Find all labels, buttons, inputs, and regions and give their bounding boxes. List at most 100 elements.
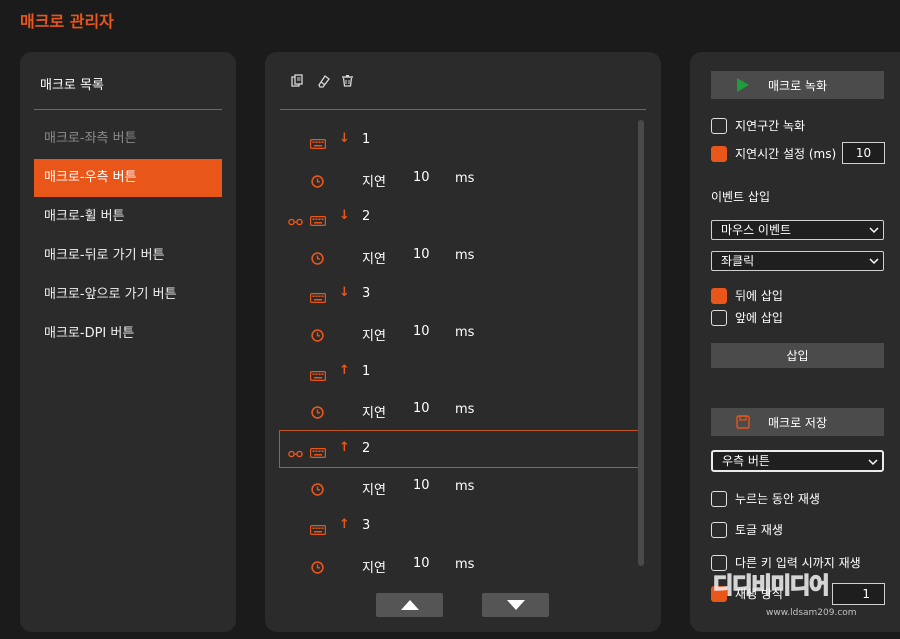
move-down-button[interactable] [482,593,549,617]
divider [280,109,646,110]
insert-button[interactable]: 삽입 [711,343,884,368]
macro-list-item[interactable]: 매크로-우측 버튼 [34,159,222,197]
delay-unit: ms [455,479,475,495]
play-while-pressed-label: 누르는 동안 재생 [735,492,820,506]
delay-label: 지연 [362,251,386,267]
key-event-row[interactable]: ↓ 2 [279,198,639,237]
event-type-select[interactable]: 마우스 이벤트 [711,220,884,240]
link-icon [288,211,303,230]
clock-icon [311,173,324,192]
move-down-icon [506,600,525,610]
delay-value[interactable]: 10 [413,478,430,493]
key-event-row[interactable]: ↑ 3 [279,507,639,546]
settings-panel: 매크로 녹화 지연구간 녹화 지연시간 설정 (ms) 10 이벤트 삽입 마우… [690,52,900,632]
key-event-row[interactable]: ↑ 2 [279,429,639,469]
clock-icon [311,481,324,500]
trash-icon[interactable] [340,73,355,88]
delay-label: 지연 [362,406,386,422]
watermark-logo: 디디비미디어 [712,573,830,600]
clock-icon [311,250,324,269]
record-macro-label: 매크로 녹화 [767,78,827,93]
delay-unit: ms [455,556,475,572]
macro-list-panel: 매크로 목록 매크로-좌측 버튼 매크로-우측 버튼 매크로-휠 버튼 매크로-뒤로 … [20,52,236,632]
key-event-row[interactable]: ↑ 1 [279,353,639,392]
key-down-arrow: ↓ [339,131,350,146]
toggle-play-option[interactable]: 토글 재생 [711,521,783,538]
clock-icon [311,327,324,346]
target-button-select[interactable]: 우측 버튼 [711,450,884,472]
macro-editor-panel: ↓ 1 지연 10 ms ↓ 2 지연 10 ms ↓ 3 지연 10 ms ↑ 1 지연 10 ms ↑ 2 지연 10 ms… [265,52,661,632]
record-delay-label: 지연구간 녹화 [735,119,806,133]
watermark: 디디비미디어 www.ldsam209.com [708,568,893,632]
save-macro-button[interactable]: 매크로 저장 [711,408,884,436]
set-delay-option[interactable]: 지연시간 설정 (ms) [711,145,836,162]
key-value: 1 [362,363,371,379]
keyboard-icon [310,520,327,539]
eraser-icon[interactable] [315,73,330,88]
delay-event-row[interactable]: 지연 10 ms [279,237,639,276]
play-while-pressed-option[interactable]: 누르는 동안 재생 [711,490,820,507]
delay-label: 지연 [362,174,386,190]
save-icon [736,415,750,432]
delay-event-row[interactable]: 지연 10 ms [279,160,639,199]
delay-unit: ms [455,402,475,418]
delay-label: 지연 [362,328,386,344]
target-button-value: 우측 버튼 [722,454,770,468]
record-delay-checkbox[interactable] [711,117,727,134]
delay-label: 지연 [362,560,386,576]
move-up-button[interactable] [376,593,443,617]
delay-value[interactable]: 10 [413,170,430,185]
insert-button-label: 삽입 [786,349,809,363]
move-up-icon [400,600,419,610]
macro-list: 매크로-좌측 버튼 매크로-우측 버튼 매크로-휠 버튼 매크로-뒤로 가기 버튼 매크… [34,120,222,354]
delay-event-row[interactable]: 지연 10 ms [279,391,639,430]
delay-event-row[interactable]: 지연 10 ms [279,546,639,585]
key-down-arrow: ↓ [339,208,350,224]
insert-after-option[interactable]: 뒤에 삽입 [711,287,783,304]
key-event-row[interactable]: ↓ 1 [279,121,639,160]
insert-before-checkbox[interactable] [711,309,727,326]
set-delay-label: 지연시간 설정 (ms) [735,147,837,161]
delay-value[interactable]: 10 [413,556,430,571]
delay-event-row[interactable]: 지연 10 ms [279,468,639,507]
clock-icon [311,559,324,578]
toggle-play-checkbox[interactable] [711,521,727,538]
copy-icon[interactable] [290,73,305,88]
event-action-value: 좌클릭 [721,254,755,268]
event-action-select[interactable]: 좌클릭 [711,251,884,271]
macro-list-item[interactable]: 매크로-휠 버튼 [34,198,222,236]
key-up-arrow: ↑ [339,362,350,378]
key-value: 1 [362,132,371,147]
keyboard-icon [310,288,327,307]
app-title: 매크로 관리자 [20,12,114,31]
key-value: 3 [362,286,371,302]
editor-toolbar [290,73,355,88]
record-delay-option[interactable]: 지연구간 녹화 [711,117,805,134]
delay-value[interactable]: 10 [413,247,430,262]
key-event-row[interactable]: ↓ 3 [279,275,639,314]
delay-value[interactable]: 10 [413,401,430,416]
macro-list-item[interactable]: 매크로-앞으로 가기 버튼 [34,276,222,314]
insert-after-label: 뒤에 삽입 [735,289,783,303]
keyboard-icon [310,443,327,462]
save-macro-label: 매크로 저장 [767,415,827,430]
keyboard-icon [310,134,327,153]
key-value: 2 [362,209,371,225]
insert-after-checkbox[interactable] [711,287,727,304]
set-delay-checkbox[interactable] [711,145,727,162]
delay-event-row[interactable]: 지연 10 ms [279,314,639,353]
macro-list-item[interactable]: 매크로-뒤로 가기 버튼 [34,237,222,275]
delay-label: 지연 [362,483,386,499]
event-list-scrollbar[interactable] [638,120,644,566]
macro-list-header: 매크로 목록 [40,78,104,93]
key-down-arrow: ↓ [339,285,350,301]
insert-before-option[interactable]: 앞에 삽입 [711,309,783,326]
play-while-pressed-checkbox[interactable] [711,490,727,507]
delay-ms-input[interactable]: 10 [842,142,885,164]
macro-list-item[interactable]: 매크로-DPI 버튼 [34,315,222,353]
macro-list-item[interactable]: 매크로-좌측 버튼 [34,120,222,158]
divider [34,109,222,110]
delay-value[interactable]: 10 [413,324,430,339]
record-macro-button[interactable]: 매크로 녹화 [711,71,884,99]
key-value: 3 [362,517,371,533]
